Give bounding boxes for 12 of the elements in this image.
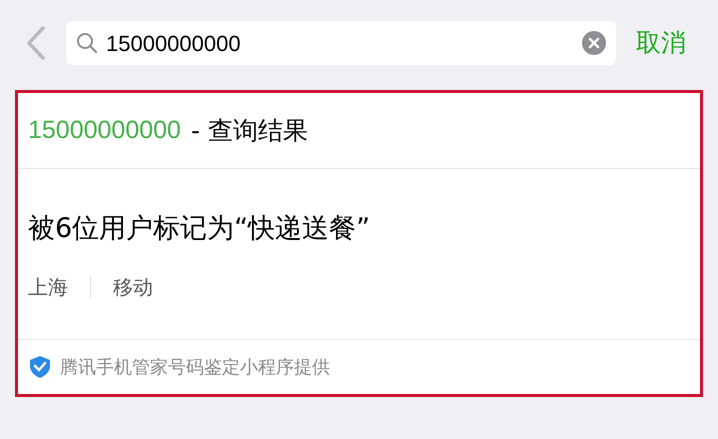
back-icon[interactable] xyxy=(26,26,46,60)
search-field[interactable]: 15000000000 xyxy=(66,21,616,65)
detail-text: 上海 xyxy=(28,274,68,300)
result-title: - 查询结果 xyxy=(190,114,308,147)
shield-icon xyxy=(28,355,52,379)
phone-number: 15000000000 xyxy=(28,114,181,146)
search-icon xyxy=(76,32,98,54)
detail-text: 移动 xyxy=(113,274,153,300)
tag-label: 被6位用户标记为“快递送餐” xyxy=(28,212,372,246)
clear-icon[interactable] xyxy=(582,31,606,55)
search-input[interactable]: 15000000000 xyxy=(106,26,574,60)
source-text: 腾讯手机管家号码鉴定小程序提供 xyxy=(60,356,330,380)
